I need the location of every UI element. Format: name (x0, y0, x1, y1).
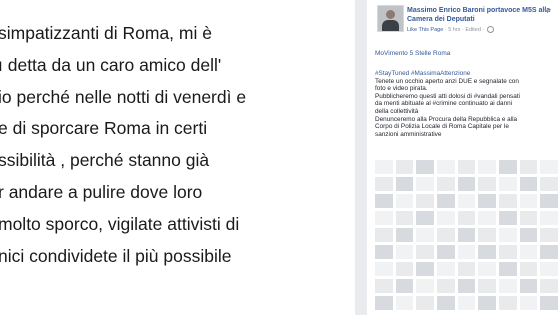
page-tag[interactable]: MoVimento 5 Stelle Roma (375, 50, 450, 57)
post-meta: Like This Page · 5 hrs · Edited · (407, 26, 494, 33)
post-line: molto sporco, vigilate attivisti di (0, 214, 240, 234)
post-excerpt: simpatizzanti di Roma, mi è ı detta da u… (0, 0, 355, 315)
like-page-link[interactable]: Like This Page (407, 27, 443, 33)
avatar[interactable] (377, 5, 404, 32)
edited-label[interactable]: Edited (465, 27, 481, 33)
post-line: e di sporcare Roma in certi (0, 118, 208, 138)
post-body-line: sanzioni amministrative (375, 130, 442, 138)
pixelated-image (375, 160, 558, 315)
post-time[interactable]: 5 hrs (448, 27, 460, 33)
post-body: #StayTuned #MassimaAttenzione Tenete un … (375, 70, 557, 138)
post-line: nici condividete il più possibile (0, 246, 232, 266)
post-body-line: foto e video pirata. (375, 85, 428, 93)
post-header: Massimo Enrico Baroni portavoce M5S alla… (367, 0, 560, 48)
post-line: io perché nelle notti di venerdì e (0, 87, 247, 107)
post-line: simpatizzanti di Roma, mi è (0, 23, 212, 43)
post-body-line: Denunceremo alla Procura della Repubblic… (375, 115, 518, 123)
post-body-line: della collettività (375, 107, 419, 115)
facebook-post-card: Massimo Enrico Baroni portavoce M5S alla… (367, 0, 560, 315)
post-line: ı detta da un caro amico dell' (0, 55, 222, 75)
post-body-line: da menti abituate al #crimine continuato… (375, 100, 513, 108)
globe-icon (486, 26, 494, 33)
post-author[interactable]: Massimo Enrico Baroni portavoce M5S alla… (407, 6, 557, 24)
hashtag-line[interactable]: #StayTuned #MassimaAttenzione (375, 70, 557, 78)
column-divider (355, 0, 367, 315)
post-line: r andare a pulire dove loro (0, 182, 203, 202)
post-body-line: Pubblicheremo questi atti dolosi di #van… (375, 92, 520, 100)
post-body-line: Corpo di Polizia Locale di Roma Capitale… (375, 123, 509, 131)
avatar-body-shape (382, 20, 399, 31)
post-body-line: Tenete un occhio aperto anzi DUE e segna… (375, 77, 519, 85)
post-line: ssibilità , perché stanno già (0, 150, 210, 170)
avatar-head-shape (386, 10, 395, 19)
